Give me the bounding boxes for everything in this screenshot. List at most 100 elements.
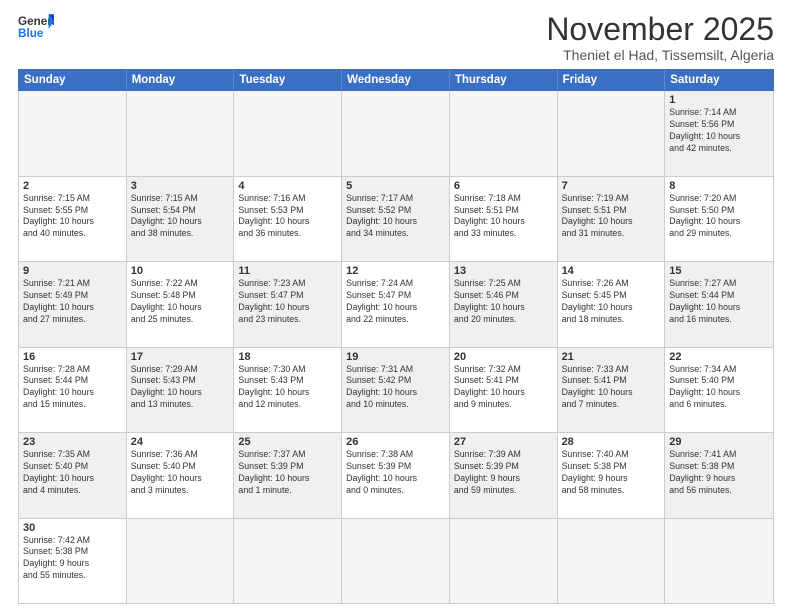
generalblue-logo-icon: General Blue — [18, 12, 54, 40]
calendar-day-empty — [127, 91, 235, 175]
page: General Blue November 2025 Theniet el Ha… — [0, 0, 792, 612]
svg-text:Blue: Blue — [18, 27, 44, 40]
day-info: Sunrise: 7:35 AM Sunset: 5:40 PM Dayligh… — [23, 449, 122, 497]
day-info: Sunrise: 7:14 AM Sunset: 5:56 PM Dayligh… — [669, 107, 769, 155]
calendar-day-empty — [450, 91, 558, 175]
calendar-day-23: 23Sunrise: 7:35 AM Sunset: 5:40 PM Dayli… — [19, 433, 127, 517]
calendar-day-5: 5Sunrise: 7:17 AM Sunset: 5:52 PM Daylig… — [342, 177, 450, 261]
calendar-day-9: 9Sunrise: 7:21 AM Sunset: 5:49 PM Daylig… — [19, 262, 127, 346]
calendar-day-empty — [234, 519, 342, 603]
calendar-day-2: 2Sunrise: 7:15 AM Sunset: 5:55 PM Daylig… — [19, 177, 127, 261]
day-number: 1 — [669, 94, 769, 106]
calendar-day-16: 16Sunrise: 7:28 AM Sunset: 5:44 PM Dayli… — [19, 348, 127, 432]
day-number: 10 — [131, 265, 230, 277]
calendar-day-21: 21Sunrise: 7:33 AM Sunset: 5:41 PM Dayli… — [558, 348, 666, 432]
header-day-sunday: Sunday — [19, 70, 127, 90]
calendar-day-11: 11Sunrise: 7:23 AM Sunset: 5:47 PM Dayli… — [234, 262, 342, 346]
day-number: 5 — [346, 180, 445, 192]
day-number: 11 — [238, 265, 337, 277]
day-info: Sunrise: 7:20 AM Sunset: 5:50 PM Dayligh… — [669, 193, 769, 241]
day-info: Sunrise: 7:19 AM Sunset: 5:51 PM Dayligh… — [562, 193, 661, 241]
calendar-day-empty — [342, 519, 450, 603]
calendar-week-5: 30Sunrise: 7:42 AM Sunset: 5:38 PM Dayli… — [19, 519, 773, 603]
calendar-day-29: 29Sunrise: 7:41 AM Sunset: 5:38 PM Dayli… — [665, 433, 773, 517]
calendar-day-24: 24Sunrise: 7:36 AM Sunset: 5:40 PM Dayli… — [127, 433, 235, 517]
calendar-day-19: 19Sunrise: 7:31 AM Sunset: 5:42 PM Dayli… — [342, 348, 450, 432]
calendar-day-18: 18Sunrise: 7:30 AM Sunset: 5:43 PM Dayli… — [234, 348, 342, 432]
calendar-day-10: 10Sunrise: 7:22 AM Sunset: 5:48 PM Dayli… — [127, 262, 235, 346]
day-number: 16 — [23, 351, 122, 363]
header-day-monday: Monday — [127, 70, 235, 90]
day-info: Sunrise: 7:23 AM Sunset: 5:47 PM Dayligh… — [238, 278, 337, 326]
day-number: 26 — [346, 436, 445, 448]
calendar-day-3: 3Sunrise: 7:15 AM Sunset: 5:54 PM Daylig… — [127, 177, 235, 261]
calendar-day-17: 17Sunrise: 7:29 AM Sunset: 5:43 PM Dayli… — [127, 348, 235, 432]
day-info: Sunrise: 7:28 AM Sunset: 5:44 PM Dayligh… — [23, 364, 122, 412]
day-info: Sunrise: 7:32 AM Sunset: 5:41 PM Dayligh… — [454, 364, 553, 412]
day-info: Sunrise: 7:25 AM Sunset: 5:46 PM Dayligh… — [454, 278, 553, 326]
day-info: Sunrise: 7:15 AM Sunset: 5:55 PM Dayligh… — [23, 193, 122, 241]
header-day-wednesday: Wednesday — [342, 70, 450, 90]
header-day-saturday: Saturday — [665, 70, 773, 90]
calendar-day-empty — [558, 91, 666, 175]
calendar-week-3: 16Sunrise: 7:28 AM Sunset: 5:44 PM Dayli… — [19, 348, 773, 433]
day-info: Sunrise: 7:21 AM Sunset: 5:49 PM Dayligh… — [23, 278, 122, 326]
day-number: 15 — [669, 265, 769, 277]
day-number: 9 — [23, 265, 122, 277]
day-number: 17 — [131, 351, 230, 363]
calendar-day-15: 15Sunrise: 7:27 AM Sunset: 5:44 PM Dayli… — [665, 262, 773, 346]
day-number: 23 — [23, 436, 122, 448]
day-number: 3 — [131, 180, 230, 192]
day-number: 18 — [238, 351, 337, 363]
day-number: 12 — [346, 265, 445, 277]
day-number: 14 — [562, 265, 661, 277]
day-number: 21 — [562, 351, 661, 363]
calendar-day-4: 4Sunrise: 7:16 AM Sunset: 5:53 PM Daylig… — [234, 177, 342, 261]
day-number: 19 — [346, 351, 445, 363]
calendar-day-empty — [342, 91, 450, 175]
day-number: 8 — [669, 180, 769, 192]
day-info: Sunrise: 7:36 AM Sunset: 5:40 PM Dayligh… — [131, 449, 230, 497]
day-info: Sunrise: 7:17 AM Sunset: 5:52 PM Dayligh… — [346, 193, 445, 241]
day-number: 7 — [562, 180, 661, 192]
calendar-day-8: 8Sunrise: 7:20 AM Sunset: 5:50 PM Daylig… — [665, 177, 773, 261]
calendar-day-30: 30Sunrise: 7:42 AM Sunset: 5:38 PM Dayli… — [19, 519, 127, 603]
calendar-day-empty — [558, 519, 666, 603]
day-info: Sunrise: 7:31 AM Sunset: 5:42 PM Dayligh… — [346, 364, 445, 412]
day-number: 30 — [23, 522, 122, 534]
calendar-day-empty — [234, 91, 342, 175]
day-info: Sunrise: 7:26 AM Sunset: 5:45 PM Dayligh… — [562, 278, 661, 326]
day-info: Sunrise: 7:37 AM Sunset: 5:39 PM Dayligh… — [238, 449, 337, 497]
day-number: 24 — [131, 436, 230, 448]
title-block: November 2025 Theniet el Had, Tissemsilt… — [546, 12, 774, 63]
day-info: Sunrise: 7:27 AM Sunset: 5:44 PM Dayligh… — [669, 278, 769, 326]
day-number: 2 — [23, 180, 122, 192]
calendar-body: 1Sunrise: 7:14 AM Sunset: 5:56 PM Daylig… — [18, 91, 774, 604]
calendar-day-12: 12Sunrise: 7:24 AM Sunset: 5:47 PM Dayli… — [342, 262, 450, 346]
month-title: November 2025 — [546, 12, 774, 47]
calendar-day-empty — [127, 519, 235, 603]
day-number: 6 — [454, 180, 553, 192]
day-number: 4 — [238, 180, 337, 192]
calendar-week-0: 1Sunrise: 7:14 AM Sunset: 5:56 PM Daylig… — [19, 91, 773, 176]
calendar-day-1: 1Sunrise: 7:14 AM Sunset: 5:56 PM Daylig… — [665, 91, 773, 175]
day-info: Sunrise: 7:39 AM Sunset: 5:39 PM Dayligh… — [454, 449, 553, 497]
calendar-day-13: 13Sunrise: 7:25 AM Sunset: 5:46 PM Dayli… — [450, 262, 558, 346]
day-info: Sunrise: 7:42 AM Sunset: 5:38 PM Dayligh… — [23, 535, 122, 583]
calendar-week-4: 23Sunrise: 7:35 AM Sunset: 5:40 PM Dayli… — [19, 433, 773, 518]
day-info: Sunrise: 7:40 AM Sunset: 5:38 PM Dayligh… — [562, 449, 661, 497]
day-info: Sunrise: 7:24 AM Sunset: 5:47 PM Dayligh… — [346, 278, 445, 326]
day-number: 22 — [669, 351, 769, 363]
day-info: Sunrise: 7:30 AM Sunset: 5:43 PM Dayligh… — [238, 364, 337, 412]
calendar-day-25: 25Sunrise: 7:37 AM Sunset: 5:39 PM Dayli… — [234, 433, 342, 517]
location: Theniet el Had, Tissemsilt, Algeria — [546, 47, 774, 63]
header-day-thursday: Thursday — [450, 70, 558, 90]
day-number: 27 — [454, 436, 553, 448]
day-info: Sunrise: 7:15 AM Sunset: 5:54 PM Dayligh… — [131, 193, 230, 241]
day-info: Sunrise: 7:33 AM Sunset: 5:41 PM Dayligh… — [562, 364, 661, 412]
calendar-day-empty — [450, 519, 558, 603]
day-info: Sunrise: 7:22 AM Sunset: 5:48 PM Dayligh… — [131, 278, 230, 326]
calendar-day-14: 14Sunrise: 7:26 AM Sunset: 5:45 PM Dayli… — [558, 262, 666, 346]
calendar-week-1: 2Sunrise: 7:15 AM Sunset: 5:55 PM Daylig… — [19, 177, 773, 262]
day-number: 25 — [238, 436, 337, 448]
